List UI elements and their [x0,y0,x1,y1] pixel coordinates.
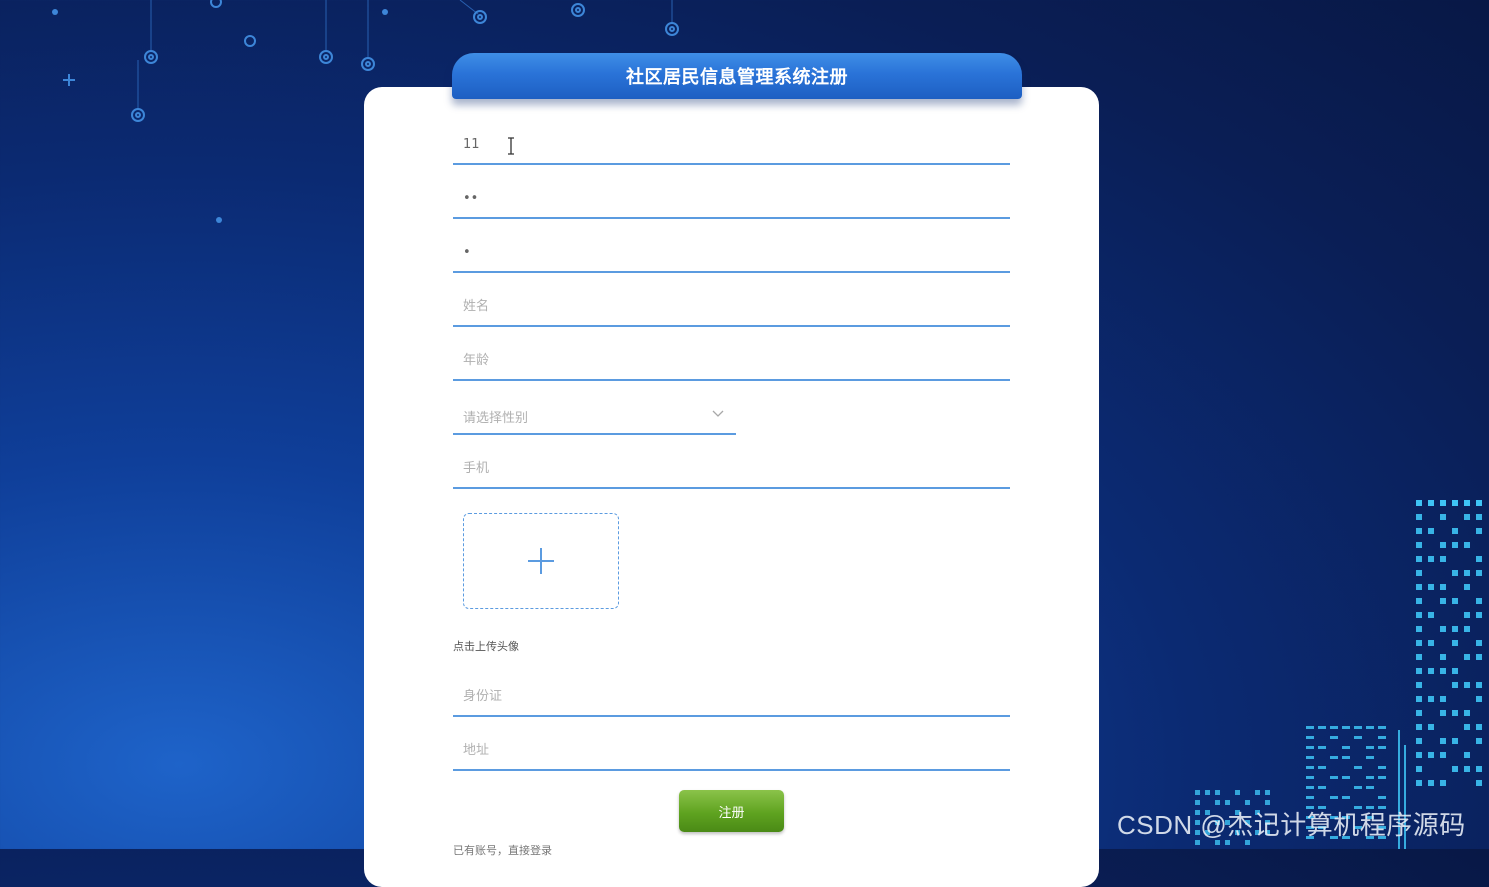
age-input[interactable] [453,341,1010,379]
gender-select[interactable]: 请选择性别 [453,395,736,435]
confirm-password-field[interactable] [453,233,1010,273]
plus-icon [528,548,554,574]
phone-field[interactable] [453,449,1010,489]
address-field[interactable] [453,731,1010,771]
address-input[interactable] [453,731,1010,769]
text-cursor-icon [508,137,514,155]
register-button[interactable]: 注册 [679,790,784,832]
gender-select-placeholder: 请选择性别 [463,411,529,426]
avatar-upload[interactable] [463,513,619,609]
name-input[interactable] [453,287,1010,325]
login-link[interactable]: 已有账号，直接登录 [453,842,552,858]
password-input[interactable] [453,179,1010,217]
watermark: CSDN @杰记计算机程序源码 [1117,810,1466,840]
id-card-field[interactable] [453,677,1010,717]
avatar-upload-hint: 点击上传头像 [453,640,519,653]
phone-input[interactable] [453,449,1010,487]
account-input[interactable] [453,125,1010,163]
chevron-down-icon [712,410,724,417]
confirm-password-input[interactable] [453,233,1010,271]
account-field[interactable] [453,125,1010,165]
id-card-input[interactable] [453,677,1010,715]
age-field[interactable] [453,341,1010,381]
name-field[interactable] [453,287,1010,327]
password-field[interactable] [453,179,1010,219]
page-title: 社区居民信息管理系统注册 [452,53,1022,99]
